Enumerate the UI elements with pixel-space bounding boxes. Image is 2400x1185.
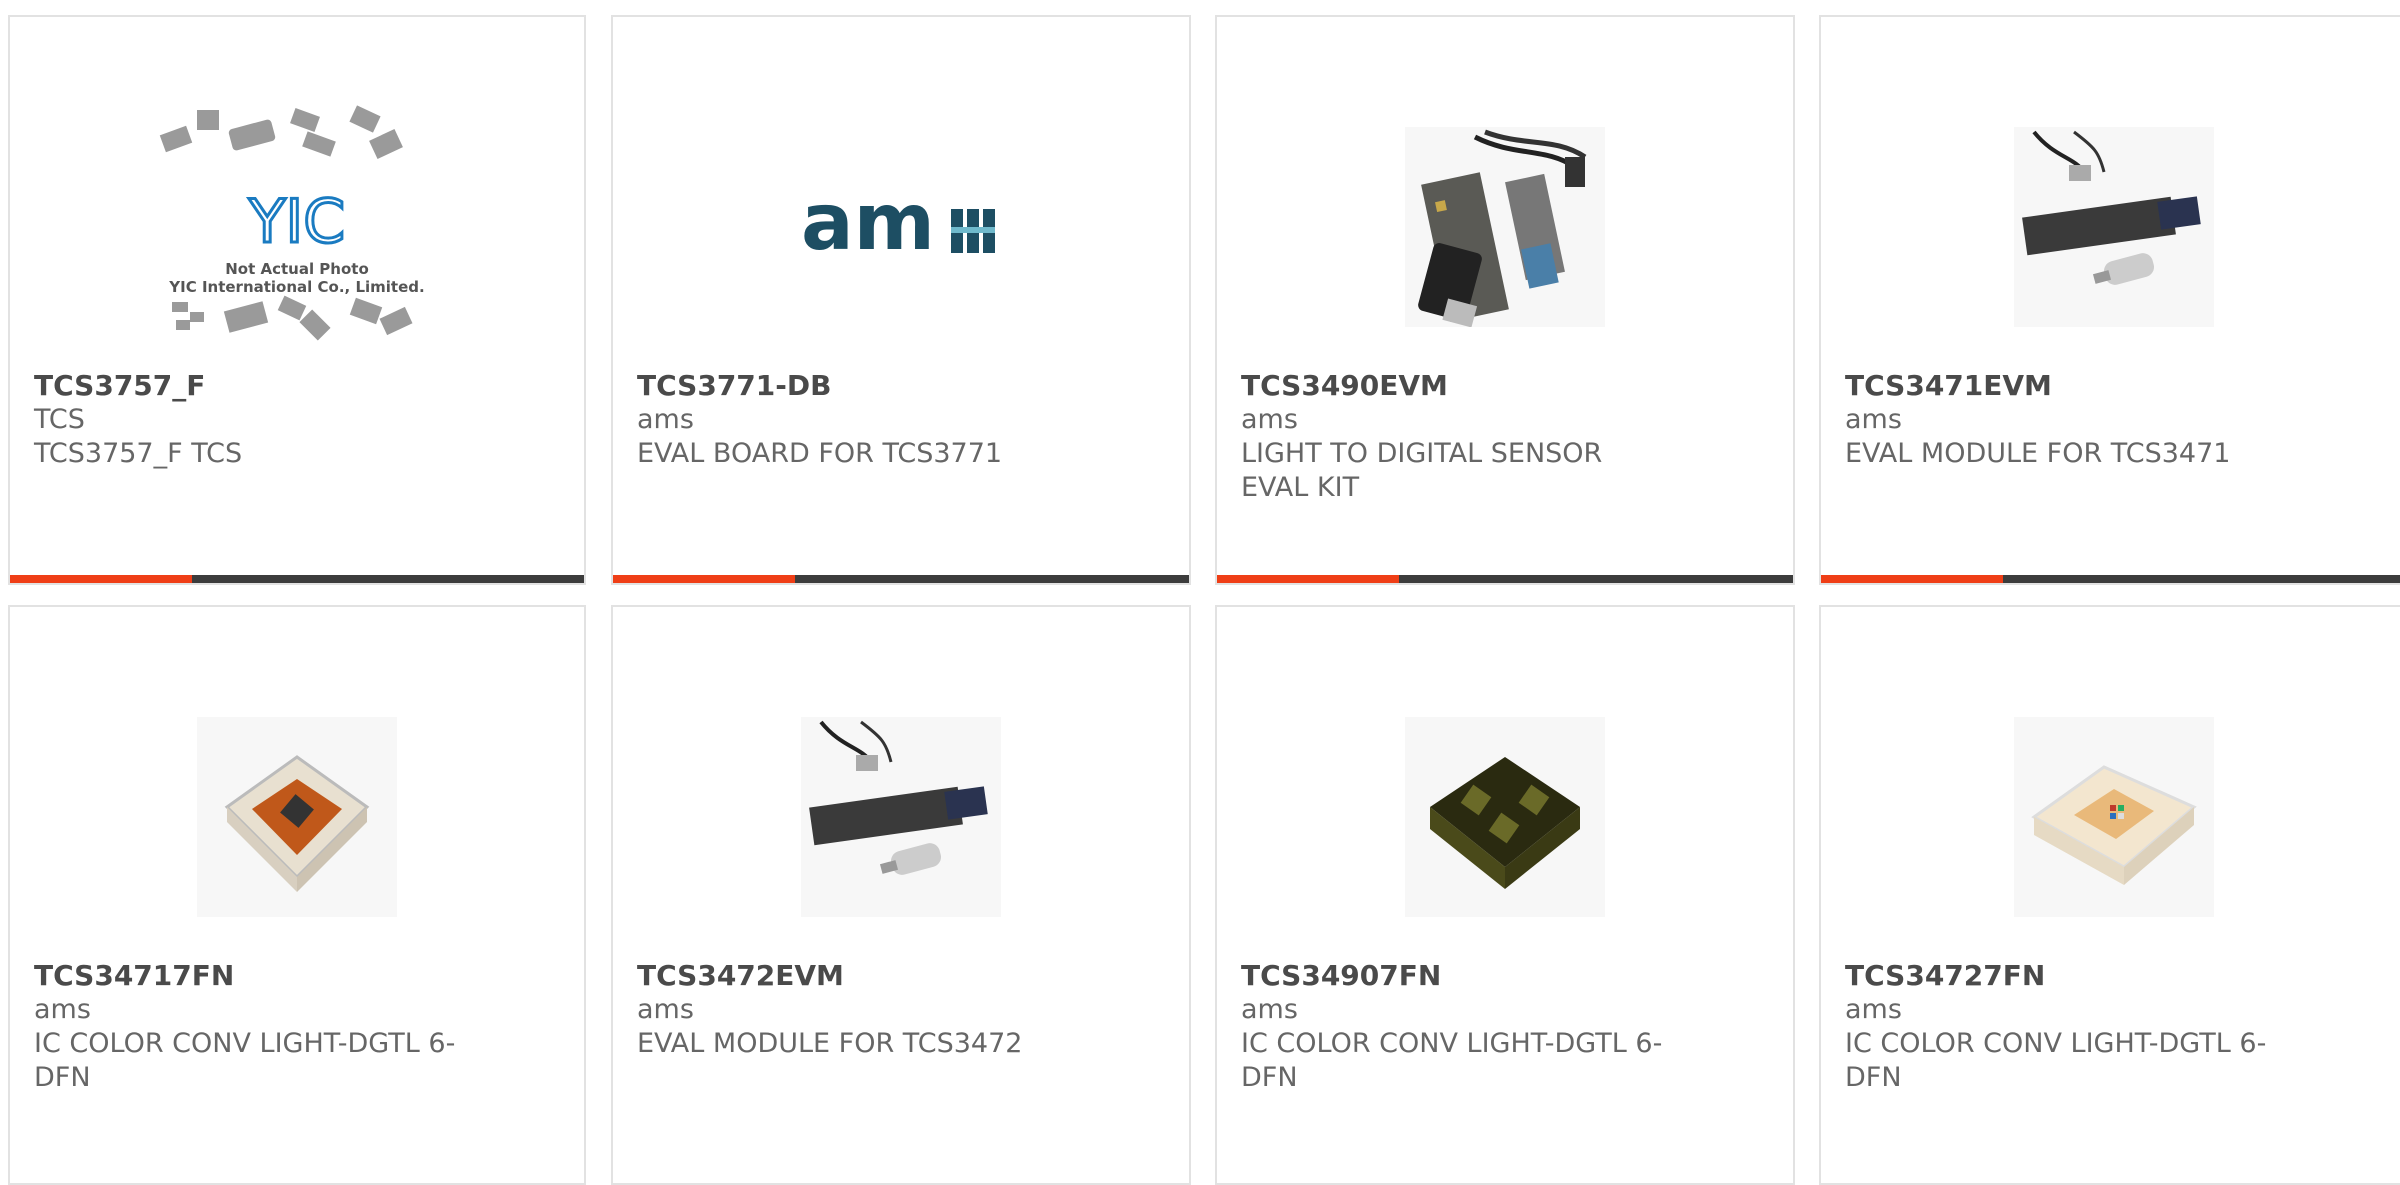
product-image [10,667,584,967]
manufacturer: ams [637,994,694,1025]
part-number[interactable]: TCS3771-DB [637,369,1165,403]
svg-text:Not Actual Photo: Not Actual Photo [225,260,369,278]
description: EVAL MODULE FOR TCS3471 [1845,438,2231,469]
part-number[interactable]: TCS3471EVM [1845,369,2383,403]
svg-text:YIC International Co., Limited: YIC International Co., Limited. [168,278,424,296]
yic-logo: YIC [248,187,345,257]
description: IC COLOR CONV LIGHT-DGTL 6-DFN [34,1028,456,1093]
product-card[interactable]: TCS3472EVM ams EVAL MODULE FOR TCS3472 [611,605,1191,1185]
card-bottom-bar [10,575,584,583]
part-number[interactable]: TCS3472EVM [637,959,1165,993]
product-card[interactable]: TCS34727FN ams IC COLOR CONV LIGHT-DGTL … [1819,605,2400,1185]
manufacturer: ams [34,994,91,1025]
card-bar-accent [1217,575,1399,583]
description: LIGHT TO DIGITAL SENSOR EVAL KIT [1241,438,1603,503]
card-bar-accent [1821,575,2003,583]
description: IC COLOR CONV LIGHT-DGTL 6-DFN [1241,1028,1663,1093]
description: TCS3757_F TCS [34,438,243,469]
ams-logo-image: am [801,187,995,267]
description: EVAL MODULE FOR TCS3472 [637,1028,1023,1059]
part-number[interactable]: TCS34727FN [1845,959,2383,993]
card-bar-accent [10,575,192,583]
product-card[interactable]: TCS34907FN ams IC COLOR CONV LIGHT-DGTL … [1215,605,1795,1185]
product-image: YIC Not Actual Photo YIC International C… [10,77,584,377]
manufacturer: ams [637,404,694,435]
ams-logo: am [801,187,935,267]
description: EVAL BOARD FOR TCS3771 [637,438,1003,469]
product-image: am [613,77,1189,377]
product-card[interactable]: am TCS3771-DB ams EVAL BOARD FOR TCS3771 [611,15,1191,585]
dfn-chip-clear-image [2014,717,2214,917]
card-bar-accent [613,575,795,583]
product-image [1821,77,2400,377]
manufacturer: ams [1241,404,1298,435]
product-image [1217,667,1793,967]
product-grid: YIC Not Actual Photo YIC International C… [0,0,2400,1185]
product-image [1821,667,2400,967]
description: IC COLOR CONV LIGHT-DGTL 6-DFN [1845,1028,2267,1093]
product-image [1217,77,1793,377]
card-bottom-bar [1821,575,2400,583]
eval-module-board-image [2014,127,2214,327]
part-number[interactable]: TCS34907FN [1241,959,1769,993]
card-bottom-bar [613,575,1189,583]
product-image [613,667,1189,967]
product-card[interactable]: TCS3490EVM ams LIGHT TO DIGITAL SENSOR E… [1215,15,1795,585]
dfn-chip-orange-image [197,717,397,917]
card-bottom-bar [1217,575,1793,583]
part-number[interactable]: TCS3757_F [34,369,560,403]
part-number[interactable]: TCS34717FN [34,959,560,993]
not-actual-photo-image: YIC Not Actual Photo YIC International C… [159,105,425,341]
manufacturer: ams [1241,994,1298,1025]
manufacturer: TCS [34,404,85,435]
manufacturer: ams [1845,404,1902,435]
eval-module-board-image [801,717,1001,917]
product-card[interactable]: TCS34717FN ams IC COLOR CONV LIGHT-DGTL … [8,605,586,1185]
dfn-chip-dark-image [1405,717,1605,917]
product-card[interactable]: TCS3471EVM ams EVAL MODULE FOR TCS3471 [1819,15,2400,585]
part-number[interactable]: TCS3490EVM [1241,369,1769,403]
eval-kit-usb-image [1405,127,1605,327]
manufacturer: ams [1845,994,1902,1025]
product-card[interactable]: YIC Not Actual Photo YIC International C… [8,15,586,585]
